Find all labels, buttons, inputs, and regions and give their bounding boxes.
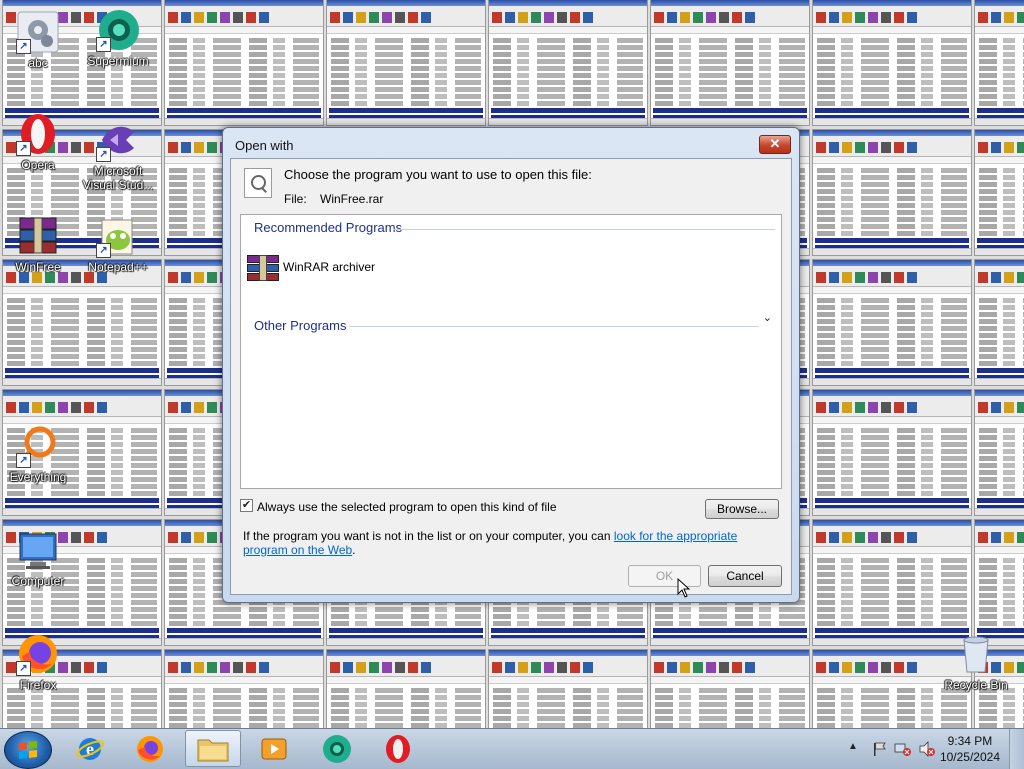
network-error-icon[interactable] (894, 741, 912, 757)
opera-icon: ↗ (16, 112, 60, 156)
background-window-tile (812, 0, 972, 126)
recommended-programs-header[interactable]: Recommended Programs (254, 220, 402, 235)
background-window-tile (2, 259, 162, 386)
firefox-icon: ↗ (16, 632, 60, 676)
desktop-icon-label: Firefox (19, 678, 57, 692)
desktop-icon-label: Everything (9, 470, 67, 484)
open-with-dialog: Open with ✕ Choose the program you want … (222, 127, 800, 603)
desktop-icon-abc[interactable]: ↗ abc (0, 10, 76, 70)
browse-button[interactable]: Browse... (705, 499, 779, 519)
firefox-icon (137, 735, 163, 762)
action-center-flag-icon[interactable] (872, 741, 888, 757)
desktop-icon-label: Recycle Bin (944, 678, 1008, 692)
taskbar-app-internet-explorer[interactable]: e (62, 730, 118, 767)
opera-icon (386, 734, 410, 763)
desktop-icon-notepad-plus-plus[interactable]: ↗ Notepad++ (80, 214, 156, 274)
search-document-icon (244, 168, 272, 198)
background-window-tile (974, 259, 1024, 386)
background-window-tile (812, 519, 972, 646)
program-list[interactable]: Recommended Programs WinRAR archiver Oth… (240, 214, 782, 489)
recycle-bin-icon (954, 632, 998, 676)
background-window-tile (812, 259, 972, 386)
everything-search-icon: ↗ (16, 424, 60, 468)
desktop-icon-recycle-bin[interactable]: Recycle Bin (938, 632, 1014, 692)
desktop-icon-label: Supermium (87, 54, 149, 68)
desktop-icon-visual-studio[interactable]: ↗ Microsoft Visual Stud... (80, 118, 156, 192)
taskbar-app-firefox[interactable] (122, 730, 178, 767)
desktop-icon-label: abc (28, 56, 48, 70)
internet-explorer-icon: e (76, 737, 104, 760)
mouse-cursor-icon (677, 578, 691, 598)
program-item-winrar[interactable]: WinRAR archiver (247, 252, 447, 282)
winrar-icon (247, 255, 279, 281)
background-window-tile (326, 0, 486, 126)
windows-logo-icon (19, 741, 37, 759)
background-window-tile (164, 0, 324, 126)
info-text-start: If the program you want is not in the li… (243, 529, 614, 543)
taskbar-app-media-player[interactable] (246, 730, 302, 767)
supermium-icon (323, 734, 351, 763)
background-window-tile (974, 389, 1024, 516)
desktop-icon-winfree[interactable]: WinFree (0, 214, 76, 274)
desktop-icon-computer[interactable]: Computer (0, 528, 76, 588)
clock-time: 9:34 PM (947, 734, 993, 748)
desktop-icon-label: Opera (21, 158, 55, 172)
cancel-button[interactable]: Cancel (708, 565, 782, 587)
background-window-tile (812, 389, 972, 516)
background-window-tile (812, 129, 972, 256)
group-divider (393, 229, 775, 230)
program-item-label: WinRAR archiver (283, 260, 376, 274)
media-player-icon (261, 738, 287, 759)
dialog-title: Open with (235, 138, 294, 153)
desktop-icon-opera[interactable]: ↗ Opera (0, 112, 76, 172)
desktop-icon-label: WinFree (15, 260, 61, 274)
show-desktop-button[interactable] (1009, 729, 1024, 769)
background-window-tile (974, 519, 1024, 646)
background-window-tile (650, 0, 810, 126)
info-text-end: . (352, 543, 356, 557)
start-button[interactable] (4, 731, 52, 769)
taskbar-app-file-explorer[interactable] (185, 730, 241, 767)
desktop-icon-supermium[interactable]: ↗ Supermium (80, 8, 156, 68)
background-window-tile (164, 649, 324, 728)
background-window-tile (974, 0, 1024, 126)
winrar-icon (16, 214, 60, 258)
always-use-checkbox[interactable]: ✔ (240, 499, 253, 512)
settings-gear-icon: ↗ (16, 10, 60, 54)
background-window-tile (488, 649, 648, 728)
background-window-tile (326, 649, 486, 728)
chevron-down-icon[interactable]: ⌄ (763, 311, 772, 324)
folder-icon (197, 739, 229, 761)
desktop-icon-label: Computer (11, 574, 65, 588)
taskbar: e ▲ 9:34 PM 10/25/2024 (0, 728, 1024, 769)
other-programs-header[interactable]: Other Programs (254, 318, 346, 333)
group-divider (349, 326, 759, 327)
background-window-tile (650, 649, 810, 728)
desktop-icon-everything[interactable]: ↗ Everything (0, 424, 76, 484)
dialog-client-area: Choose the program you want to use to op… (230, 158, 792, 595)
notification-area: ▲ 9:34 PM 10/25/2024 (834, 729, 1024, 769)
supermium-icon: ↗ (96, 8, 140, 52)
desktop-icon-label: Notepad++ (88, 260, 148, 274)
visual-studio-icon: ↗ (96, 118, 140, 162)
show-hidden-icons-button[interactable]: ▲ (848, 741, 858, 752)
background-window-tile (488, 0, 648, 126)
system-clock[interactable]: 9:34 PM 10/25/2024 (940, 733, 1000, 765)
dialog-instruction: Choose the program you want to use to op… (284, 167, 592, 182)
close-button[interactable]: ✕ (759, 135, 791, 154)
volume-muted-icon[interactable] (918, 741, 936, 757)
taskbar-app-supermium[interactable] (309, 730, 365, 767)
computer-icon (16, 528, 60, 572)
clock-date: 10/25/2024 (939, 750, 1000, 764)
desktop-icon-firefox[interactable]: ↗ Firefox (0, 632, 76, 692)
notepad-plus-plus-icon: ↗ (96, 214, 140, 258)
file-label: File: (284, 192, 307, 206)
file-name: WinFree.rar (320, 192, 384, 206)
always-use-label[interactable]: Always use the selected program to open … (257, 500, 557, 514)
desktop-icon-label: Microsoft Visual Stud... (82, 164, 154, 192)
background-window-tile (974, 129, 1024, 256)
info-text: If the program you want is not in the li… (243, 529, 783, 557)
taskbar-app-opera[interactable] (370, 730, 426, 767)
